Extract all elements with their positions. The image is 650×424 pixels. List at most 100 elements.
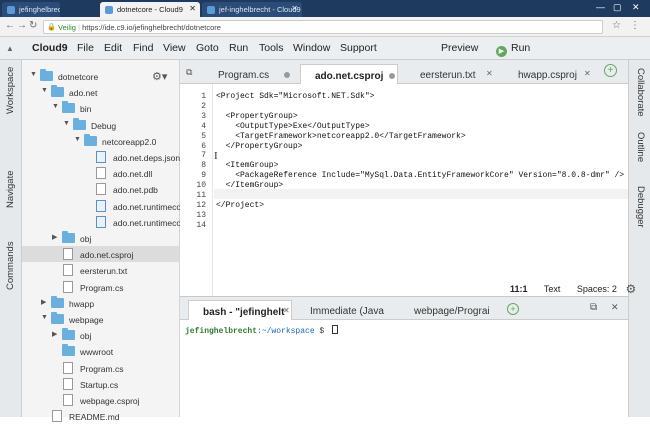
menu-edit[interactable]: Edit <box>104 42 122 54</box>
tree-file[interactable]: README.md <box>22 408 179 424</box>
gear-icon[interactable]: ⚙ <box>625 282 636 296</box>
folder-icon <box>62 328 75 341</box>
folder-icon <box>62 344 75 357</box>
tree-file[interactable]: ado.net.pdb <box>22 181 179 197</box>
prompt-path: :~/workspace <box>257 327 315 336</box>
unsaved-dot-icon <box>389 73 395 79</box>
tree-file[interactable]: ado.net.csproj <box>22 246 179 263</box>
menu-goto[interactable]: Goto <box>196 42 219 54</box>
editor-tab-program-cs[interactable]: Program.cs <box>200 64 298 84</box>
tree-folder[interactable]: ▶ hwapp <box>22 295 179 311</box>
chevron-down-icon[interactable]: ▼ <box>63 120 70 127</box>
browser-tab-3[interactable]: jef-inghelbrecht - Cloud9 ✕ <box>202 2 302 17</box>
tree-folder[interactable]: wwwroot <box>22 343 179 359</box>
menu-tools[interactable]: Tools <box>259 42 284 54</box>
line-number: 14 <box>196 220 206 230</box>
chevron-down-icon[interactable]: ▼ <box>41 314 48 321</box>
close-tab-icon[interactable]: ✕ <box>283 306 290 315</box>
chevron-right-icon[interactable]: ▶ <box>52 330 57 338</box>
add-terminal-icon[interactable]: + <box>507 303 519 315</box>
minimize-icon[interactable]: — <box>596 2 605 12</box>
back-icon[interactable]: ← <box>5 20 15 31</box>
tree-folder[interactable]: ▶ obj <box>22 230 179 246</box>
tree-file[interactable]: ado.net.dll <box>22 165 179 181</box>
close-tab-icon[interactable]: ✕ <box>584 69 591 78</box>
tree-folder[interactable]: ▼ webpage <box>22 311 179 327</box>
forward-icon[interactable]: → <box>17 20 27 31</box>
tree-label: wwwroot <box>80 347 114 358</box>
terminal-tab-label: webpage/Prograi <box>414 306 490 317</box>
menu-run[interactable]: Run <box>229 42 248 54</box>
terminal-tab-bash[interactable]: bash - "jefinghelt ✕ <box>188 300 292 320</box>
tree-folder[interactable]: ▼ dotnetcore <box>22 68 179 84</box>
preview-button[interactable]: Preview <box>441 42 478 54</box>
close-tab-icon[interactable]: ✕ <box>486 69 493 78</box>
folder-icon <box>62 101 75 114</box>
chevron-right-icon[interactable]: ▶ <box>52 233 57 241</box>
syntax-mode[interactable]: Text <box>544 284 561 294</box>
run-button[interactable]: ▶ Run <box>496 42 530 57</box>
file-icon <box>63 377 73 390</box>
close-panel-icon[interactable]: ✕ <box>611 302 619 313</box>
tree-file[interactable]: Program.cs <box>22 360 179 376</box>
menu-find[interactable]: Find <box>133 42 153 54</box>
tree-folder[interactable]: ▼ ado.net <box>22 84 179 100</box>
chevron-right-icon[interactable]: ▶ <box>41 298 46 306</box>
tree-file[interactable]: ado.net.deps.json <box>22 149 180 165</box>
navigate-tab[interactable]: Navigate <box>5 171 16 209</box>
tab-close-icon[interactable]: ✕ <box>189 4 196 13</box>
tree-folder[interactable]: ▶ obj <box>22 327 179 343</box>
app-logo[interactable]: Cloud9 <box>32 42 68 54</box>
terminal-tab-immediate[interactable]: Immediate (Java <box>298 300 398 320</box>
debugger-tab[interactable]: Debugger <box>635 186 646 228</box>
editor-tab-eersterun-txt[interactable]: eersterun.txt ✕ <box>402 64 498 84</box>
menu-view[interactable]: View <box>163 42 186 54</box>
line-number: 7 <box>201 151 206 161</box>
chevron-down-icon[interactable]: ▼ <box>74 136 81 143</box>
menu-file[interactable]: File <box>77 42 94 54</box>
reload-icon[interactable]: ↻ <box>29 20 37 31</box>
editor-tab-hwapp-csproj[interactable]: hwapp.csproj ✕ <box>500 64 594 84</box>
close-window-icon[interactable]: ✕ <box>632 2 640 13</box>
tree-file[interactable]: Program.cs <box>22 279 179 295</box>
workspace-tab[interactable]: Workspace <box>5 67 16 114</box>
chevron-down-icon[interactable]: ▼ <box>30 71 37 78</box>
url-input[interactable]: 🔒 Veilig | https://ide.c9.io/jefinghelbr… <box>43 20 603 34</box>
tree-label: netcoreapp2.0 <box>102 136 157 147</box>
code-editor[interactable]: 1 2 3 4 5 6 7 8 9 10 11 12 13 14 <Project Sdk="Micros… <box>180 84 636 296</box>
chevron-down-icon[interactable]: ▼ <box>52 103 59 110</box>
commands-tab[interactable]: Commands <box>5 241 16 290</box>
tree-file[interactable]: eersterun.txt <box>22 262 179 278</box>
browser-menu-icon[interactable]: ⋮ <box>630 20 640 31</box>
tab-close-icon[interactable]: ✕ <box>291 4 298 13</box>
tree-file[interactable]: ado.net.runtimeco <box>22 214 181 230</box>
terminal[interactable]: jefinghelbrecht:~/workspace $ <box>180 320 628 417</box>
tab-menu-icon[interactable]: ⧉ <box>186 67 192 78</box>
menu-support[interactable]: Support <box>340 42 377 54</box>
tree-file[interactable]: ado.net.runtimeco <box>22 198 181 214</box>
browser-tab-2[interactable]: dotnetcore - Cloud9 ✕ <box>100 2 200 17</box>
maximize-icon[interactable]: ▢ <box>613 2 622 13</box>
add-tab-icon[interactable]: + <box>604 64 617 77</box>
browser-tab-1[interactable]: jefinghelbrecht <box>2 2 60 17</box>
collapse-icon[interactable]: ▲ <box>6 44 14 53</box>
line-number: 9 <box>201 171 206 181</box>
tree-folder[interactable]: ▼ bin <box>22 100 179 116</box>
indent-setting[interactable]: Spaces: 2 <box>577 284 617 294</box>
collaborate-tab[interactable]: Collaborate <box>635 68 646 117</box>
star-icon[interactable]: ☆ <box>612 20 621 31</box>
tree-file[interactable]: webpage.csproj <box>22 392 179 408</box>
cursor-position[interactable]: 11:1 <box>510 284 528 294</box>
tree-folder[interactable]: ▼ Debug <box>22 117 179 133</box>
tab-favicon-icon <box>105 6 113 14</box>
chevron-down-icon[interactable]: ▼ <box>41 87 48 94</box>
terminal-tab-webpage[interactable]: webpage/Prograi <box>402 300 498 320</box>
outline-tab[interactable]: Outline <box>635 132 646 162</box>
maximize-panel-icon[interactable]: ⧉ <box>590 302 597 313</box>
right-panel-bar: Collaborate Outline Debugger <box>628 60 650 417</box>
menu-window[interactable]: Window <box>293 42 330 54</box>
tree-file[interactable]: Startup.cs <box>22 376 179 392</box>
editor-tab-ado-net-csproj[interactable]: ado.net.csproj <box>300 64 398 84</box>
tree-folder[interactable]: ▼ netcoreapp2.0 <box>22 133 179 149</box>
terminal-tab-label: bash - "jefinghelt <box>203 307 285 318</box>
